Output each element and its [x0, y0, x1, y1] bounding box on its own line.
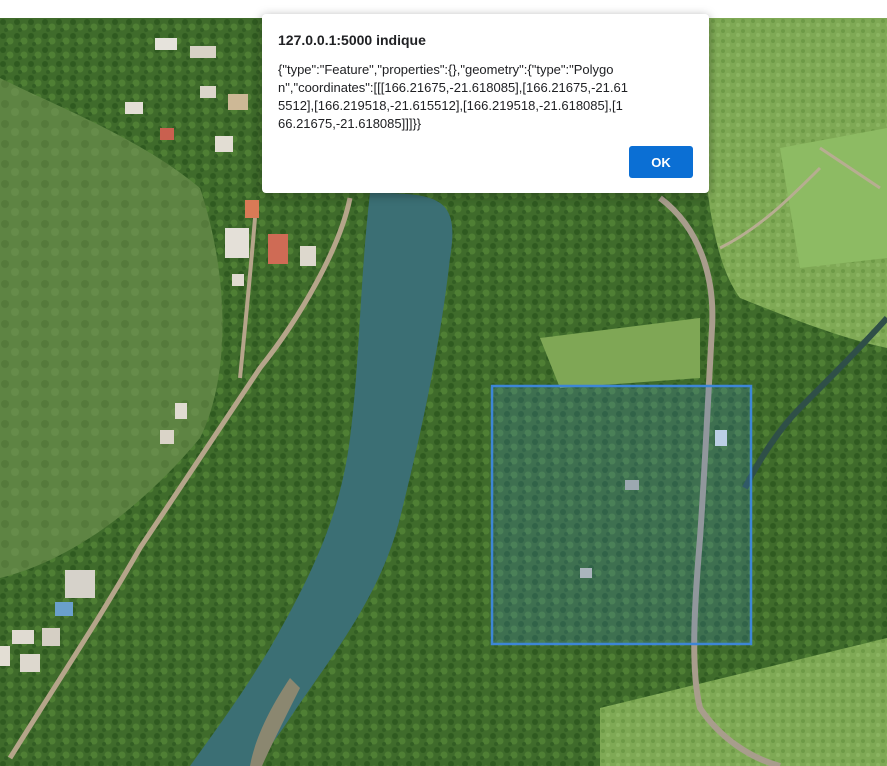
- house: [160, 128, 174, 140]
- house: [245, 200, 259, 218]
- ok-button[interactable]: OK: [629, 146, 693, 178]
- alert-dialog: 127.0.0.1:5000 indique {"type":"Feature"…: [262, 14, 709, 193]
- house: [200, 86, 216, 98]
- house: [228, 94, 248, 110]
- house: [20, 654, 40, 672]
- house: [0, 646, 10, 666]
- house: [268, 234, 288, 264]
- house: [155, 38, 177, 50]
- selection-polygon[interactable]: [490, 384, 753, 646]
- house: [160, 430, 174, 444]
- house: [55, 602, 73, 616]
- house: [232, 274, 244, 286]
- house: [125, 102, 143, 114]
- house: [190, 46, 216, 58]
- house: [12, 630, 34, 644]
- house: [175, 403, 187, 419]
- house: [225, 228, 249, 258]
- house: [42, 628, 60, 646]
- house: [65, 570, 95, 598]
- browser-viewport: 127.0.0.1:5000 indique {"type":"Feature"…: [0, 0, 887, 766]
- house: [300, 246, 316, 266]
- dialog-title: 127.0.0.1:5000 indique: [278, 32, 426, 48]
- dialog-message: {"type":"Feature","properties":{},"geome…: [278, 62, 628, 131]
- house: [215, 136, 233, 152]
